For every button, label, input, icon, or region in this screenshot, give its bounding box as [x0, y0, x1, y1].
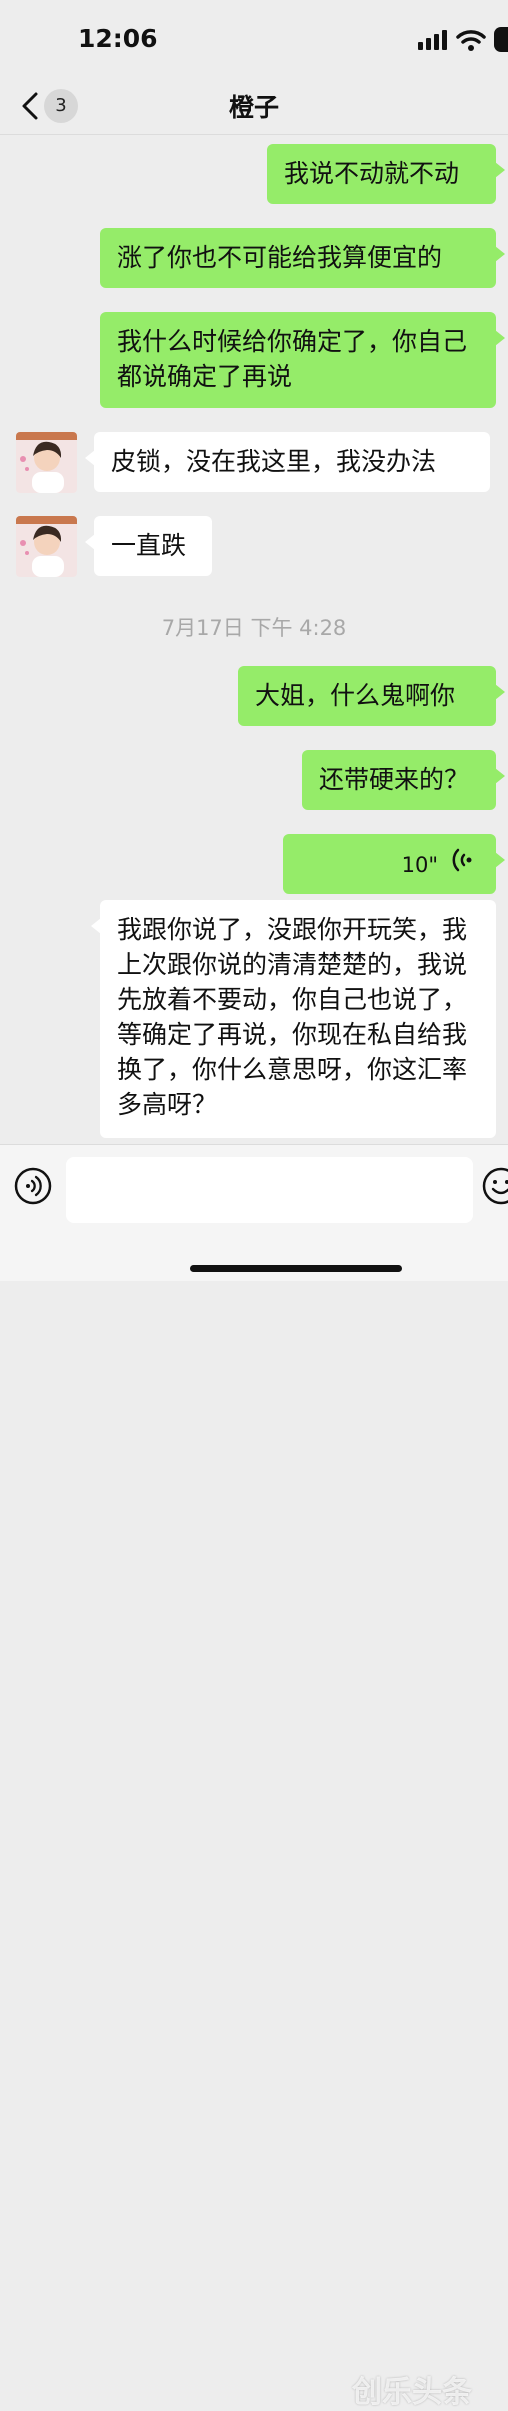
message-text: 我跟你说了，没跟你开玩笑，我上次跟你说的清清楚楚的，我说先放着不要动，你自己也说…	[117, 915, 468, 1119]
message-bubble-outgoing[interactable]: 大姐，什么鬼啊你	[238, 666, 505, 726]
emoji-icon[interactable]	[482, 1167, 508, 1205]
chat-header: 3 橙子	[0, 80, 508, 135]
message-bubble-outgoing[interactable]: 我什么时候给你确定了，你自己都说确定了再说	[100, 312, 505, 408]
message-bubble-incoming[interactable]: 一直跌	[85, 516, 212, 576]
message-bubble-outgoing[interactable]: 涨了你也不可能给我算便宜的	[100, 228, 505, 288]
message-text-input[interactable]	[66, 1157, 473, 1223]
message-text: 我说不动就不动	[284, 159, 460, 188]
message-bubble-outgoing[interactable]: 我说不动就不动	[267, 144, 505, 204]
voice-input-icon[interactable]	[14, 1167, 52, 1205]
status-time: 12:06	[78, 24, 158, 53]
message-text: 皮锁，没在我这里，我没办法	[111, 447, 437, 476]
cellular-signal-icon	[418, 30, 447, 50]
status-bar: 12:06	[0, 0, 508, 80]
voice-duration: 10"	[401, 853, 438, 877]
message-timestamp: 7月17日 下午 4:28	[161, 616, 347, 640]
message-input-bar: 创乐头条	[0, 1144, 508, 2410]
contact-avatar[interactable]	[16, 432, 77, 493]
message-text: 涨了你也不可能给我算便宜的	[117, 243, 443, 272]
message-text: 还带硬来的？	[319, 765, 470, 794]
contact-avatar[interactable]	[16, 516, 77, 577]
voice-message-bubble[interactable]: 10"	[283, 834, 505, 894]
chat-title: 橙子	[228, 93, 279, 122]
watermark: 创乐头条	[352, 2375, 472, 2410]
message-bubble-outgoing[interactable]: 还带硬来的？	[302, 750, 505, 810]
message-text: 大姐，什么鬼啊你	[255, 681, 456, 710]
home-indicator	[190, 1265, 402, 1272]
voice-wave-icon	[452, 848, 472, 872]
message-text: 我什么时候给你确定了，你自己都说确定了再说	[117, 327, 468, 391]
wifi-icon	[456, 30, 486, 51]
message-bubble-incoming[interactable]: 我跟你说了，没跟你开玩笑，我上次跟你说的清清楚楚的，我说先放着不要动，你自己也说…	[91, 900, 496, 1138]
battery-icon	[494, 27, 508, 52]
message-bubble-incoming[interactable]: 皮锁，没在我这里，我没办法	[85, 432, 490, 492]
message-text: 一直跌	[111, 531, 187, 560]
